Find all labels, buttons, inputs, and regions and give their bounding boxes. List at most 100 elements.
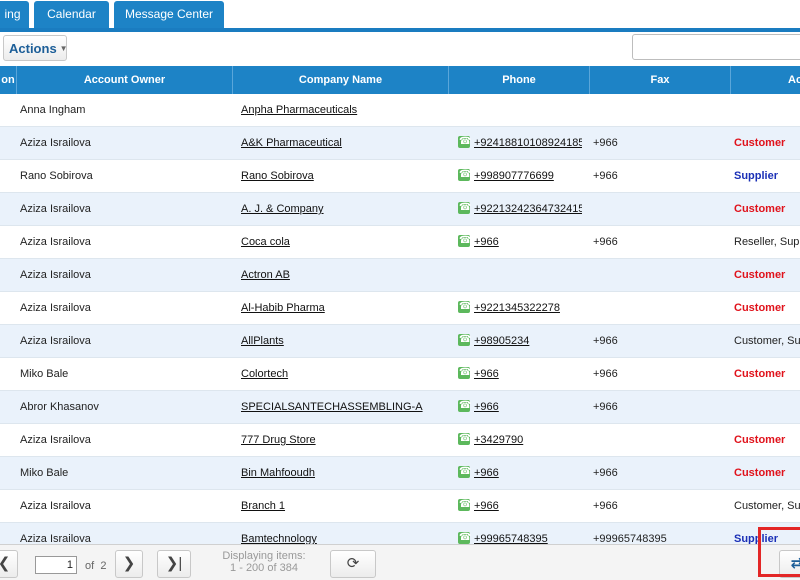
phone-icon[interactable] <box>458 193 471 224</box>
company-link[interactable]: Bamtechnology <box>241 533 317 544</box>
company-link[interactable]: A. J. & Company <box>241 203 324 215</box>
company-link[interactable]: Rano Sobirova <box>241 170 314 182</box>
phone-cell: +9221324236473241543 <box>458 193 582 225</box>
company-link[interactable]: A&K Pharmaceutical <box>241 137 342 149</box>
table-row[interactable]: Aziza Israilova A. J. & Company +922132423… <box>0 193 800 226</box>
last-page-icon: ❯| <box>165 555 183 572</box>
phone-icon[interactable] <box>458 523 471 544</box>
fax-cell <box>593 193 727 225</box>
actions-label: Actions <box>9 41 57 56</box>
table-row[interactable]: Aziza Israilova AllPlants +98905234 +966 Cus… <box>0 325 800 358</box>
company-name-cell: Anpha Pharmaceuticals <box>241 94 446 126</box>
company-link[interactable]: Coca cola <box>241 236 290 248</box>
phone-cell: +966 <box>458 490 582 522</box>
company-link[interactable]: Al-Habib Pharma <box>241 302 325 314</box>
account-type-cell <box>734 391 800 423</box>
table-row[interactable]: Aziza Israilova Actron AB Customer <box>0 259 800 292</box>
account-type-cell: Supplier <box>734 170 779 182</box>
actions-menu-button[interactable]: Actions ▼ <box>3 35 68 61</box>
table-row[interactable]: Miko Bale Bin Mahfooudh +966 +966 Customer <box>0 457 800 490</box>
tab-partial[interactable]: ing <box>0 1 29 28</box>
phone-icon[interactable] <box>458 490 471 521</box>
company-name-cell: SPECIALSANTECHASSEMBLING-A <box>241 391 446 423</box>
phone-link[interactable]: +966 <box>474 500 499 512</box>
tab-label: Calendar <box>47 7 96 21</box>
column-header-phone[interactable]: Phone <box>449 66 590 94</box>
phone-icon[interactable] <box>458 391 471 422</box>
table-row[interactable]: Aziza Israilova Coca cola +966 +966 Reseller… <box>0 226 800 259</box>
next-page-button[interactable]: ❯ <box>115 550 143 578</box>
company-name-cell: Coca cola <box>241 226 446 258</box>
phone-cell: +98905234 <box>458 325 582 357</box>
search-input[interactable] <box>632 34 800 60</box>
column-header-partial[interactable]: on <box>0 66 17 94</box>
phone-link[interactable]: +9221324236473241543 <box>474 203 582 215</box>
tab-message-center[interactable]: Message Center <box>114 1 224 28</box>
table-row[interactable]: Rano Sobirova Rano Sobirova +998907776699 +… <box>0 160 800 193</box>
account-type-cell: Customer <box>734 434 786 446</box>
phone-link[interactable]: +98905234 <box>474 335 529 347</box>
phone-link[interactable]: +966 <box>474 236 499 248</box>
table-row[interactable]: Aziza Israilova A&K Pharmaceutical +924188… <box>0 127 800 160</box>
phone-link[interactable]: +3429790 <box>474 434 523 446</box>
company-link[interactable]: 777 Drug Store <box>241 434 316 446</box>
company-link[interactable]: Anpha Pharmaceuticals <box>241 104 357 116</box>
table-row[interactable]: Anna Ingham Anpha Pharmaceuticals <box>0 94 800 127</box>
phone-link[interactable]: +966 <box>474 368 499 380</box>
table-row[interactable]: Aziza Israilova Branch 1 +966 +966 Customer,… <box>0 490 800 523</box>
table-row[interactable]: Aziza Israilova Al-Habib Pharma +922134532… <box>0 292 800 325</box>
last-page-button[interactable]: ❯| <box>157 550 191 578</box>
refresh-icon: ⟳ <box>346 555 360 572</box>
phone-icon[interactable] <box>458 358 471 389</box>
column-header-account-type[interactable]: Ac <box>731 66 800 94</box>
table-body: Anna Ingham Anpha Pharmaceuticals Aziza Is… <box>0 94 800 544</box>
company-link[interactable]: Actron AB <box>241 269 290 281</box>
phone-icon[interactable] <box>458 325 471 356</box>
phone-link[interactable]: +966 <box>474 401 499 413</box>
company-link[interactable]: SPECIALSANTECHASSEMBLING-A <box>241 401 423 413</box>
column-header-company-name[interactable]: Company Name <box>233 66 449 94</box>
company-link[interactable]: Bin Mahfooudh <box>241 467 315 479</box>
phone-icon[interactable] <box>458 160 471 191</box>
phone-icon[interactable] <box>458 292 471 323</box>
phone-cell: +998907776699 <box>458 160 582 192</box>
total-pages: 2 <box>100 560 107 572</box>
phone-icon[interactable] <box>458 424 471 455</box>
phone-link[interactable]: +966 <box>474 467 499 479</box>
fax-cell: +99965748395 <box>593 533 667 544</box>
prev-page-button[interactable]: ❮ <box>0 550 18 578</box>
account-type-cell: Customer <box>734 137 786 149</box>
phone-icon[interactable] <box>458 457 471 488</box>
account-owner-cell: Miko Bale <box>20 467 69 479</box>
tab-label: Message Center <box>124 7 214 21</box>
company-link[interactable]: AllPlants <box>241 335 284 347</box>
account-owner-cell: Aziza Israilova <box>20 203 91 215</box>
table-row[interactable]: Aziza Israilova 777 Drug Store +3429790 Cus… <box>0 424 800 457</box>
phone-icon[interactable] <box>458 226 471 257</box>
column-header-account-owner[interactable]: Account Owner <box>17 66 233 94</box>
phone-cell: +966 <box>458 226 582 258</box>
phone-link[interactable]: +92418810108924185 <box>474 137 582 149</box>
phone-icon[interactable] <box>458 127 471 158</box>
company-link[interactable]: Colortech <box>241 368 288 380</box>
tab-calendar[interactable]: Calendar <box>34 1 109 28</box>
account-type-cell: Reseller, Supp <box>734 236 800 248</box>
fax-cell: +966 <box>593 170 618 182</box>
refresh-button[interactable]: ⟳ <box>330 550 376 578</box>
account-owner-cell: Aziza Israilova <box>20 533 91 544</box>
column-header-fax[interactable]: Fax <box>590 66 731 94</box>
account-type-cell: Customer <box>734 203 786 215</box>
page-number-input[interactable]: 1 <box>35 556 77 574</box>
phone-link[interactable]: +99965748395 <box>474 533 548 544</box>
phone-link[interactable]: +9221345322278 <box>474 302 560 314</box>
company-link[interactable]: Branch 1 <box>241 500 285 512</box>
table-row[interactable]: Abror Khasanov SPECIALSANTECHASSEMBLING-A… <box>0 391 800 424</box>
table-row[interactable]: Miko Bale Colortech +966 +966 Customer <box>0 358 800 391</box>
info-line-2: 1 - 200 of 384 <box>230 562 298 574</box>
phone-cell: +3429790 <box>458 424 582 456</box>
phone-link[interactable]: +998907776699 <box>474 170 554 182</box>
table-row[interactable]: Aziza Israilova Bamtechnology +99965748395… <box>0 523 800 544</box>
account-owner-cell: Aziza Israilova <box>20 269 91 281</box>
phone-cell: +92418810108924185 <box>458 127 582 159</box>
company-name-cell: Bin Mahfooudh <box>241 457 446 489</box>
